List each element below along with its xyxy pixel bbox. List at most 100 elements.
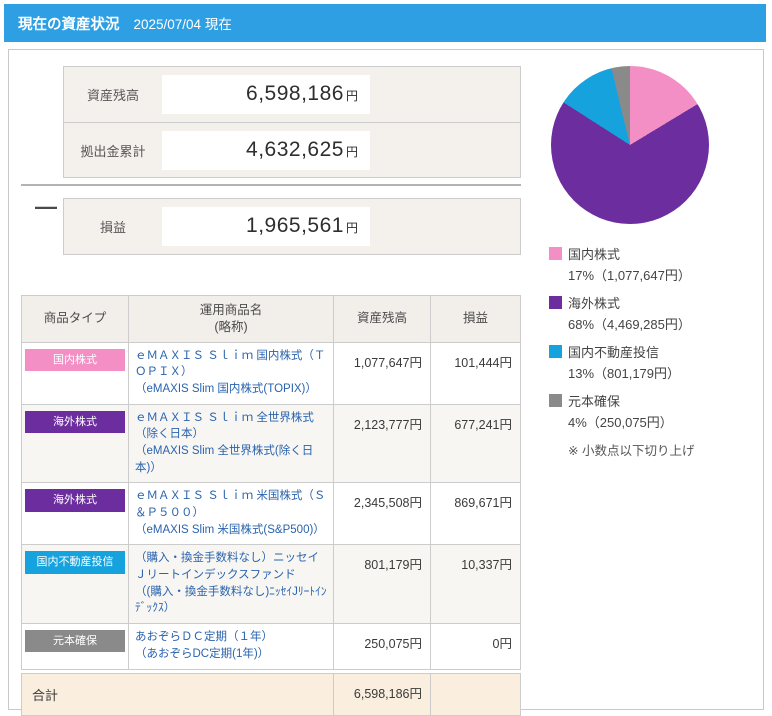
product-balance: 1,077,647円	[334, 342, 431, 404]
legend-item-label: 元本確保	[568, 391, 620, 410]
profit-loss-label: 損益	[64, 217, 162, 236]
product-table-header-row: 商品タイプ 運用商品名 (略称) 資産残高 損益	[22, 296, 521, 343]
product-abbr: （eMAXIS Slim 米国株式(S&P500)）	[135, 522, 328, 539]
product-balance: 2,123,777円	[334, 404, 431, 483]
legend-item-detail: 68%（4,469,285円）	[568, 314, 751, 333]
balance-contribution-box: 資産残高 6,598,186円 拠出金累計 4,632,625円	[63, 66, 521, 178]
product-profit: 10,337円	[431, 545, 521, 624]
summary-and-table-column: — 資産残高 6,598,186円 拠出金累計 4,632,625円 損益 1,…	[21, 66, 521, 716]
product-type-cell: 海外株式	[22, 404, 129, 483]
product-type-cell: 元本確保	[22, 624, 129, 669]
profit-loss-value: 1,965,561円	[162, 207, 370, 246]
legend-color-swatch	[549, 345, 562, 358]
minus-operator: —	[35, 194, 57, 220]
legend-item-head: 元本確保	[549, 391, 751, 410]
total-profit	[431, 673, 521, 715]
product-type-badge: 海外株式	[25, 489, 125, 511]
page-title: 現在の資産状況	[18, 13, 120, 34]
product-balance: 250,075円	[334, 624, 431, 669]
product-type-badge: 海外株式	[25, 411, 125, 433]
product-profit: 869,671円	[431, 483, 521, 545]
product-name-link[interactable]: ｅＭＡＸＩＳ Ｓｌｉｍ 国内株式（ＴＯＰＩＸ）	[135, 348, 328, 381]
col-header-product-name: 運用商品名 (略称)	[129, 296, 334, 343]
product-abbr: （(購入・換金手数料なし)ﾆｯｾｲJﾘｰﾄｲﾝﾃﾞｯｸｽ）	[135, 584, 328, 617]
legend-item-label: 国内株式	[568, 244, 620, 263]
asset-balance-label: 資産残高	[64, 85, 162, 104]
product-abbr: （eMAXIS Slim 国内株式(TOPIX)）	[135, 381, 328, 398]
product-name-cell: ｅＭＡＸＩＳ Ｓｌｉｍ 全世界株式（除く日本）（eMAXIS Slim 全世界株…	[129, 404, 334, 483]
product-type-badge: 国内株式	[25, 349, 125, 371]
product-abbr: （あおぞらDC定期(1年)）	[135, 646, 328, 663]
legend-item-detail: 13%（801,179円）	[568, 363, 751, 382]
table-row: 国内株式ｅＭＡＸＩＳ Ｓｌｉｍ 国内株式（ＴＯＰＩＸ）（eMAXIS Slim …	[22, 342, 521, 404]
legend-item-label: 国内不動産投信	[568, 342, 659, 361]
asset-allocation-pie-chart	[551, 66, 709, 224]
yen-unit: 円	[346, 143, 358, 160]
contribution-total-row: 拠出金累計 4,632,625円	[64, 122, 520, 177]
asset-status-panel: — 資産残高 6,598,186円 拠出金累計 4,632,625円 損益 1,…	[8, 49, 764, 710]
table-row: 海外株式ｅＭＡＸＩＳ Ｓｌｉｍ 米国株式（Ｓ＆Ｐ５００）（eMAXIS Slim…	[22, 483, 521, 545]
product-name-link[interactable]: ｅＭＡＸＩＳ Ｓｌｉｍ 米国株式（Ｓ＆Ｐ５００）	[135, 488, 328, 521]
profit-loss-box: 損益 1,965,561円	[63, 198, 521, 255]
legend-item-head: 国内不動産投信	[549, 342, 751, 361]
product-type-cell: 海外株式	[22, 483, 129, 545]
contribution-total-label: 拠出金累計	[64, 141, 162, 160]
table-row: 元本確保あおぞらＤＣ定期（１年）（あおぞらDC定期(1年)）250,075円0円	[22, 624, 521, 669]
col-header-balance: 資産残高	[334, 296, 431, 343]
product-name-link[interactable]: （購入・換金手数料なし）ニッセイＪリートインデックスファンド	[135, 550, 328, 583]
legend-item-head: 国内株式	[549, 244, 751, 263]
col-header-product-name-main: 運用商品名	[200, 303, 263, 317]
legend-item: 国内株式 17%（1,077,647円）	[549, 244, 751, 284]
pie-legend: 国内株式 17%（1,077,647円） 海外株式 68%（4,469,285円） 国内…	[549, 244, 751, 459]
product-type-badge: 元本確保	[25, 630, 125, 652]
product-table-wrap: 商品タイプ 運用商品名(略称) 資産残高 損益 国内株式ｅＭＡＸＩＳ Ｓｌｉｍ …	[21, 295, 521, 716]
product-profit: 101,444円	[431, 342, 521, 404]
legend-color-swatch	[549, 394, 562, 407]
profit-loss-row: 損益 1,965,561円	[64, 199, 520, 254]
legend-item: 海外株式 68%（4,469,285円）	[549, 293, 751, 333]
product-type-badge: 国内不動産投信	[25, 551, 125, 573]
as-of-date: 2025/07/04 現在	[134, 13, 232, 33]
product-name-link[interactable]: あおぞらＤＣ定期（１年）	[135, 629, 328, 646]
page-title-bar: 現在の資産状況 2025/07/04 現在	[4, 4, 766, 42]
product-balance: 801,179円	[334, 545, 431, 624]
product-name-cell: ｅＭＡＸＩＳ Ｓｌｉｍ 国内株式（ＴＯＰＩＸ）（eMAXIS Slim 国内株式…	[129, 342, 334, 404]
legend-item-detail: 17%（1,077,647円）	[568, 265, 751, 284]
legend-item: 元本確保4%（250,075円）	[549, 391, 751, 431]
asset-balance-row: 資産残高 6,598,186円	[64, 67, 520, 122]
asset-balance-value: 6,598,186円	[162, 75, 370, 114]
product-table-body: 国内株式ｅＭＡＸＩＳ Ｓｌｉｍ 国内株式（ＴＯＰＩＸ）（eMAXIS Slim …	[22, 342, 521, 669]
allocation-column: 国内株式 17%（1,077,647円） 海外株式 68%（4,469,285円） 国内…	[549, 66, 751, 459]
col-header-profit: 損益	[431, 296, 521, 343]
legend-item: 国内不動産投信 13%（801,179円）	[549, 342, 751, 382]
table-row: 国内不動産投信（購入・換金手数料なし）ニッセイＪリートインデックスファンド（(購…	[22, 545, 521, 624]
total-balance: 6,598,186円	[334, 673, 431, 715]
product-name-link[interactable]: ｅＭＡＸＩＳ Ｓｌｉｍ 全世界株式（除く日本）	[135, 410, 328, 443]
table-row: 海外株式ｅＭＡＸＩＳ Ｓｌｉｍ 全世界株式（除く日本）（eMAXIS Slim …	[22, 404, 521, 483]
rounding-note: ※ 小数点以下切り上げ	[568, 440, 751, 459]
product-type-cell: 国内株式	[22, 342, 129, 404]
product-type-cell: 国内不動産投信	[22, 545, 129, 624]
product-name-cell: （購入・換金手数料なし）ニッセイＪリートインデックスファンド（(購入・換金手数料…	[129, 545, 334, 624]
legend-color-swatch	[549, 296, 562, 309]
yen-unit: 円	[346, 219, 358, 236]
product-profit: 677,241円	[431, 404, 521, 483]
legend-color-swatch	[549, 247, 562, 260]
yen-unit: 円	[346, 87, 358, 104]
total-row: 合計 6,598,186円	[22, 673, 521, 715]
contribution-total-value: 4,632,625円	[162, 131, 370, 170]
col-header-product-type: 商品タイプ	[22, 296, 129, 343]
profit-loss-amount: 1,965,561	[246, 214, 344, 238]
product-name-cell: あおぞらＤＣ定期（１年）（あおぞらDC定期(1年)）	[129, 624, 334, 669]
product-name-cell: ｅＭＡＸＩＳ Ｓｌｉｍ 米国株式（Ｓ＆Ｐ５００）（eMAXIS Slim 米国株…	[129, 483, 334, 545]
legend-item-head: 海外株式	[549, 293, 751, 312]
total-table: 合計 6,598,186円	[21, 673, 521, 716]
product-abbr: （eMAXIS Slim 全世界株式(除く日本)）	[135, 443, 328, 476]
product-balance: 2,345,508円	[334, 483, 431, 545]
product-profit: 0円	[431, 624, 521, 669]
contribution-total-amount: 4,632,625	[246, 138, 344, 162]
asset-balance-amount: 6,598,186	[246, 82, 344, 106]
col-header-product-name-sub: (略称)	[214, 320, 247, 334]
equals-divider	[21, 184, 521, 186]
total-label: 合計	[22, 673, 334, 715]
